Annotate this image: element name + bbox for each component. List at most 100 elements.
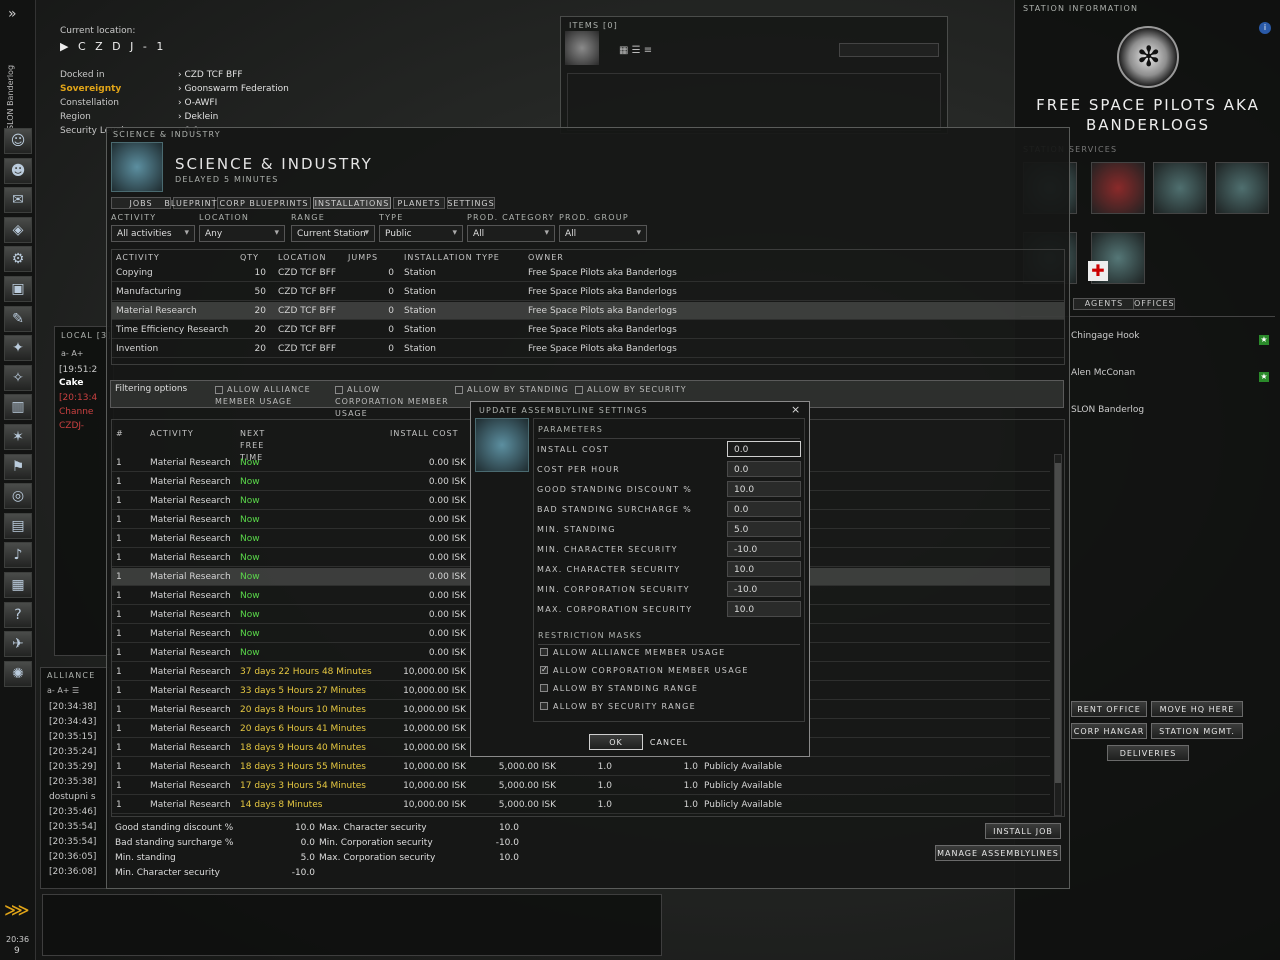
audio-icon[interactable]: ♪ [4,542,32,569]
column-header[interactable]: LOCATION [278,253,326,262]
market-icon[interactable]: ▥ [4,394,32,421]
close-icon[interactable]: × [791,403,800,416]
column-header[interactable]: QTY [240,253,259,262]
mail-icon[interactable]: ✉ [4,187,32,214]
deliveries-button[interactable]: DELIVERIES [1107,745,1189,761]
mask-checkbox-1[interactable]: ✓ [540,666,548,674]
column-header[interactable]: JUMPS [348,253,378,262]
tab-installations[interactable]: INSTALLATIONS [313,197,391,209]
reprocessing-icon[interactable]: ✚ [1088,232,1145,284]
notepad-icon[interactable]: ✎ [4,305,32,332]
drone-icon[interactable]: ✺ [4,660,32,687]
column-header[interactable]: INSTALL COST [390,428,470,440]
view-mode-icon[interactable]: ▦ ☰ ≡ [619,45,652,56]
ship-icon[interactable]: ✈ [4,631,32,658]
calculator-icon[interactable]: ▦ [4,572,32,598]
filter-option-2[interactable]: ALLOW BY STANDING [455,384,573,396]
ok-button[interactable]: OK [589,734,643,750]
checkbox[interactable] [335,385,343,394]
book-icon[interactable]: ▤ [4,512,32,539]
font-size-buttons[interactable]: a- A+ ☰ [47,686,79,695]
map-icon[interactable]: ◈ [4,216,32,243]
info-icon[interactable]: i [1259,22,1271,34]
param-input-8[interactable]: 10.0 [727,601,801,617]
science-industry-icon[interactable] [1153,162,1207,214]
tab-blueprints[interactable]: BLUEPRINTS [164,197,223,209]
manage-assemblylines-button[interactable]: MANAGE ASSEMBLYLINES [935,845,1061,861]
expand-button[interactable]: ⋙ [4,900,30,921]
font-size-buttons[interactable]: a- A+ [61,349,84,358]
help-icon[interactable]: ? [4,601,32,628]
science-icon[interactable]: ✶ [4,424,32,450]
mask-checkbox-0[interactable] [540,648,548,656]
prod-category-dropdown[interactable]: All [467,225,555,242]
checkbox[interactable] [215,385,223,394]
location-value[interactable]: › CZD TCF BFF [178,70,243,80]
table-row[interactable]: Time Efficiency Research 20 CZD TCF BFF 0 St… [112,321,1064,339]
system-name[interactable]: ▶ C Z D J - 1 [60,40,166,53]
param-input-3[interactable]: 0.0 [727,501,801,517]
local-chat-window[interactable]: LOCAL [3] a- A+ [19:51:2 Cake [20:13:4 C… [54,326,114,656]
table-row[interactable]: Manufacturing 50 CZD TCF BFF 0 Station Free S… [112,283,1064,301]
corp-hangar-button[interactable]: CORP HANGAR [1071,723,1147,739]
location-value[interactable]: › Deklein [178,112,218,122]
column-header[interactable]: OWNER [528,253,564,262]
filter-option-3[interactable]: ALLOW BY SECURITY [575,384,693,396]
industry-icon[interactable]: ▣ [4,276,32,302]
rent-office-button[interactable]: RENT OFFICE [1071,701,1147,717]
param-input-7[interactable]: -10.0 [727,581,801,597]
visitor-item[interactable]: Chingage Hook [1071,331,1140,341]
tab-offices[interactable]: OFFICES [1133,298,1175,310]
prod-group-dropdown[interactable]: All [559,225,647,242]
location-dropdown[interactable]: Any [199,225,285,242]
star-map-icon[interactable]: ✦ [4,335,32,362]
tools-icon[interactable]: ✧ [4,364,32,391]
range-dropdown[interactable]: Current Station [291,225,375,242]
collapse-button[interactable]: » [8,6,17,22]
world-icon[interactable]: ◎ [4,483,32,510]
location-value[interactable]: › O-AWFI [178,98,217,108]
checkbox[interactable] [575,385,583,394]
filter-option-1[interactable]: ALLOW CORPORATION MEMBER USAGE [335,384,453,420]
activity-dropdown[interactable]: All activities [111,225,195,242]
visitor-item[interactable]: SLON Banderlog [1071,405,1144,415]
visitor-item[interactable]: Alen McConan [1071,368,1135,378]
tab-jobs[interactable]: JOBS [111,197,171,209]
laboratory-icon[interactable] [1215,162,1269,214]
param-input-4[interactable]: 5.0 [727,521,801,537]
install-job-button[interactable]: INSTALL JOB [985,823,1061,839]
location-value[interactable]: › Goonswarm Federation [178,84,289,94]
mask-checkbox-2[interactable] [540,684,548,692]
chat-input[interactable] [42,894,662,956]
items-list[interactable] [567,73,941,131]
tab-settings[interactable]: SETTINGS [447,197,495,209]
table-row[interactable]: Copying 10 CZD TCF BFF 0 Station Free Space P… [112,264,1064,282]
table-row[interactable]: Material Research 20 CZD TCF BFF 0 Station Fr… [112,302,1064,320]
table-row[interactable]: 1 Material Research 18 days 3 Hours 55 Min… [112,758,1050,776]
corp-icon[interactable]: ⚙ [4,246,32,273]
filter-option-0[interactable]: ALLOW ALLIANCE MEMBER USAGE [215,384,333,408]
security-office-icon[interactable] [1091,162,1145,214]
checkbox[interactable] [455,385,463,394]
people-icon[interactable]: ☻ [4,157,32,184]
items-search-input[interactable] [839,43,939,57]
character-icon[interactable]: ☺ [4,128,32,154]
param-input-2[interactable]: 10.0 [727,481,801,497]
fleet-icon[interactable]: ⚑ [4,453,32,480]
param-input-6[interactable]: 10.0 [727,561,801,577]
param-input-0[interactable]: 0.0 [727,441,801,457]
station-mgmt-button[interactable]: STATION MGMT. [1151,723,1243,739]
tab-agents[interactable]: AGENTS [1073,298,1135,310]
type-dropdown[interactable]: Public [379,225,463,242]
column-header[interactable]: ACTIVITY [150,428,230,440]
table-row[interactable]: 1 Material Research 14 days 8 Minutes 10,00… [112,796,1050,814]
alliance-chat-window[interactable]: ALLIANCE a- A+ ☰ [20:34:38] [20:34:43] [20… [40,667,110,889]
cancel-button[interactable]: CANCEL [647,734,691,750]
mask-checkbox-3[interactable] [540,702,548,710]
tab-planets[interactable]: PLANETS [393,197,445,209]
param-input-5[interactable]: -10.0 [727,541,801,557]
column-header[interactable]: INSTALLATION TYPE [404,253,500,262]
param-input-1[interactable]: 0.0 [727,461,801,477]
scrollbar[interactable] [1054,454,1062,816]
table-row[interactable]: Invention 20 CZD TCF BFF 0 Station Free Space… [112,340,1064,358]
